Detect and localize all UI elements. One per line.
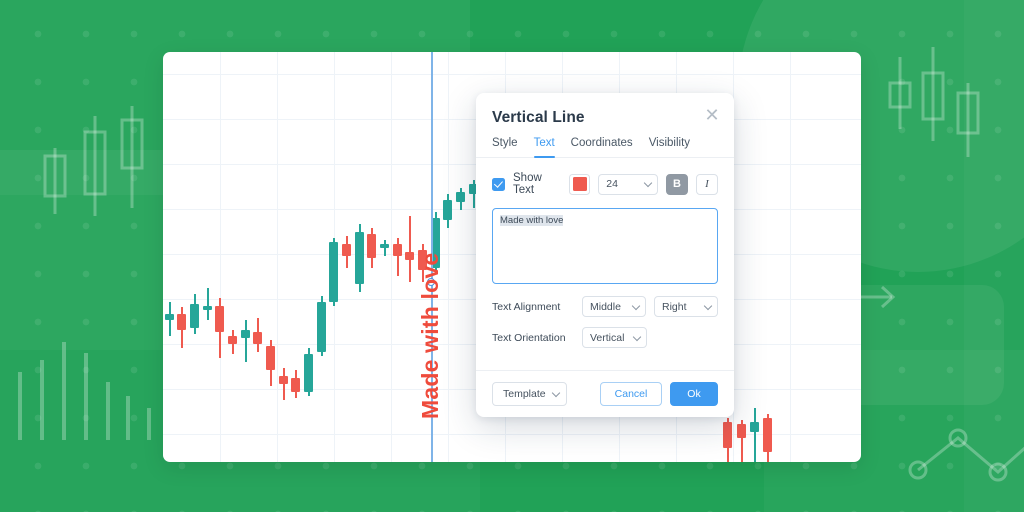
candle-body [380,244,389,248]
chevron-down-icon [703,301,713,310]
candle-body [228,336,237,344]
candle-body [253,332,262,344]
chevron-down-icon [551,388,560,398]
candle-wick [245,320,247,362]
template-button[interactable]: Template [492,382,567,406]
candle-body [177,314,186,330]
text-orientation-value: Vertical [590,331,625,344]
candle-body [763,418,772,452]
italic-button[interactable]: I [696,173,718,195]
font-size-value: 24 [606,178,618,190]
text-alignment-vertical-select[interactable]: Middle [582,296,646,317]
candle-body [203,306,212,310]
tab-text[interactable]: Text [533,137,555,158]
close-icon[interactable]: ✕ [702,105,722,125]
candle-body [279,376,288,384]
candlestick-decoration-left-icon [43,106,144,216]
candle-body [355,232,364,284]
candle-body [737,424,746,438]
dialog-footer: Template Cancel Ok [476,370,734,417]
text-input[interactable]: Made with love [492,208,718,284]
tab-coordinates[interactable]: Coordinates [571,137,633,157]
template-label: Template [503,388,546,400]
candle-body [304,354,313,392]
chevron-down-icon [643,178,653,188]
tab-visibility[interactable]: Visibility [649,137,690,157]
dialog-tabs: Style Text Coordinates Visibility [476,127,734,158]
candle-wick [207,288,209,320]
line-graph-decoration-icon [908,428,1024,482]
candle-body [405,252,414,260]
candle-wick [384,240,386,256]
candle-body [165,314,174,320]
candlestick-decoration-right-icon [888,47,980,157]
text-orientation-select[interactable]: Vertical [582,327,647,348]
chevron-down-icon [631,301,641,310]
font-size-select[interactable]: 24 [598,173,658,195]
vertical-line-label: Made with love [417,252,443,419]
candle-body [723,422,732,448]
show-text-row: Show Text 24 B I [492,172,718,196]
candle-body [443,200,452,220]
vertical-line-dialog: Vertical Line ✕ Style Text Coordinates V… [476,93,734,417]
candle-body [215,306,224,332]
candle-body [750,422,759,432]
candle-body [329,242,338,302]
candle-body [241,330,250,338]
candle-body [190,304,199,328]
text-alignment-label: Text Alignment [492,300,561,313]
candle-wick [754,408,756,462]
candle-wick [283,368,285,400]
text-input-value: Made with love [500,215,564,226]
bold-button[interactable]: B [666,173,688,195]
candle-body [266,346,275,370]
candle-body [291,378,300,392]
candle-body [393,244,402,256]
text-color-swatch[interactable] [569,173,591,195]
candle-wick [409,216,411,282]
tab-style[interactable]: Style [492,137,518,157]
candle-body [317,302,326,352]
arrow-right-icon [858,285,896,309]
text-orientation-row: Text Orientation Vertical [492,327,718,348]
text-alignment-row: Text Alignment Middle Right [492,296,718,317]
dialog-header: Vertical Line ✕ [476,93,734,127]
text-alignment-horizontal-value: Right [662,300,687,313]
cancel-button[interactable]: Cancel [600,382,662,406]
show-text-label: Show Text [513,172,542,196]
text-orientation-label: Text Orientation [492,331,566,344]
ok-button[interactable]: Ok [670,382,718,406]
text-alignment-vertical-value: Middle [590,300,621,313]
page-title: Vertical Line [492,109,585,126]
show-text-checkbox[interactable] [492,177,505,191]
candle-body [367,234,376,258]
chevron-down-icon [632,332,642,341]
candle-body [342,244,351,256]
bar-chart-decoration-icon [18,342,151,440]
text-alignment-horizontal-select[interactable]: Right [654,296,718,317]
candle-body [456,192,465,202]
dialog-body: Show Text 24 B I Made with love Text Ali… [476,158,734,370]
screenshot-root: Made with love Vertical Line ✕ Style Tex… [0,0,1024,512]
